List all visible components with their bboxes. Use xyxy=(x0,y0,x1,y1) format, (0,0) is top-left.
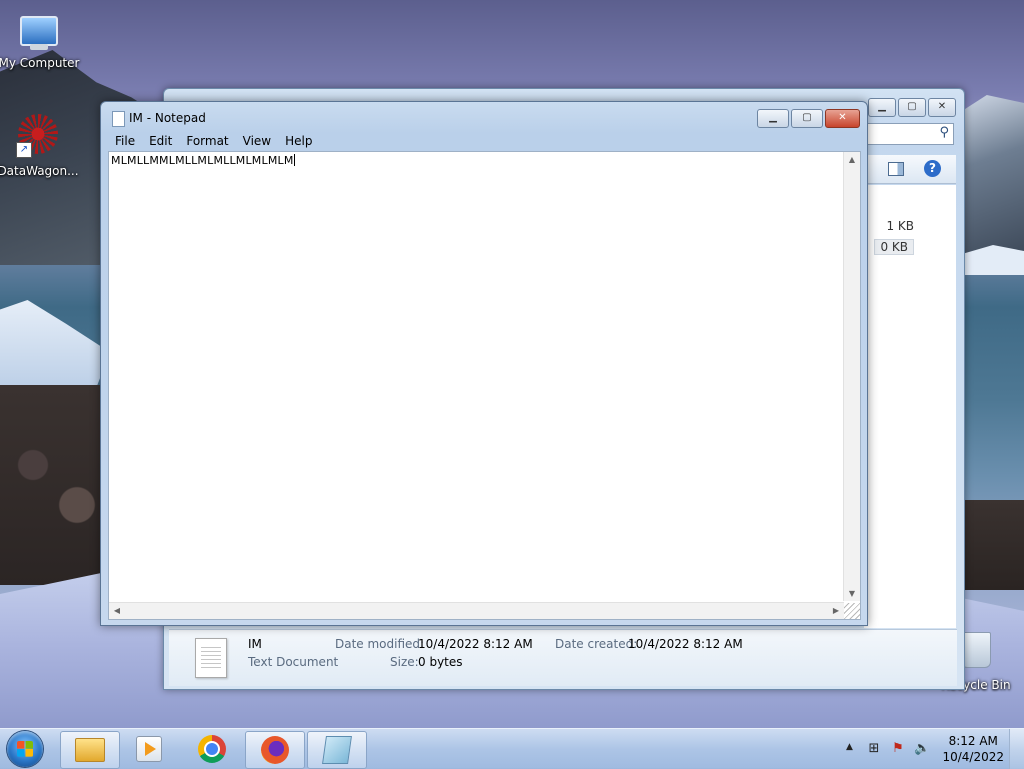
scroll-right-icon[interactable]: ▶ xyxy=(828,606,844,615)
notepad-icon xyxy=(112,111,125,127)
file-size-cell-selected[interactable]: 0 KB xyxy=(874,239,914,255)
clock[interactable]: 8:12 AM 10/4/2022 xyxy=(942,733,1004,765)
chrome-icon xyxy=(198,735,226,763)
notepad-window[interactable]: IM - Notepad ▁ ▢ ✕ File Edit Format View… xyxy=(100,101,868,626)
taskbar-notepad-button[interactable] xyxy=(307,731,367,769)
start-button[interactable] xyxy=(7,731,43,767)
taskbar-firefox-button[interactable] xyxy=(245,731,305,769)
wallpaper-mountain-right xyxy=(962,95,1024,255)
clock-time: 8:12 AM xyxy=(948,734,998,748)
explorer-details-pane: IM Text Document Date modified: 10/4/202… xyxy=(169,629,957,686)
firefox-icon xyxy=(261,736,289,764)
preview-pane-icon[interactable] xyxy=(888,162,904,176)
explorer-close-button[interactable]: ✕ xyxy=(928,98,956,117)
details-size: 0 bytes xyxy=(418,655,463,669)
media-player-icon xyxy=(136,736,162,762)
menu-bar: File Edit Format View Help xyxy=(108,132,319,150)
text-editor-area[interactable]: MLMLLMMLMLLMLMLLMLMLMLM ▲ ▼ ◀ ▶ xyxy=(108,151,861,620)
file-size-cell: 1 KB xyxy=(886,219,914,233)
desktop-icon-datawagon[interactable]: ↗ DataWagon... xyxy=(0,114,80,178)
menu-format[interactable]: Format xyxy=(179,132,235,150)
menu-help[interactable]: Help xyxy=(278,132,319,150)
taskbar: ▲ ⊞ ⚑ 🔈 8:12 AM 10/4/2022 xyxy=(0,728,1024,769)
recycle-bin-icon xyxy=(961,632,991,668)
details-file-type: Text Document xyxy=(248,655,339,669)
scroll-down-icon[interactable]: ▼ xyxy=(844,589,860,598)
wallpaper-rocks xyxy=(0,385,110,585)
show-desktop-button[interactable] xyxy=(1009,729,1024,769)
action-center-icon[interactable]: ⚑ xyxy=(890,741,906,757)
vertical-scrollbar[interactable]: ▲ ▼ xyxy=(843,152,860,601)
maximize-button[interactable]: ▢ xyxy=(791,109,823,128)
explorer-window-controls: ▁ ▢ ✕ xyxy=(868,98,956,117)
scroll-left-icon[interactable]: ◀ xyxy=(109,606,125,615)
horizontal-scrollbar[interactable]: ◀ ▶ xyxy=(109,602,844,619)
taskbar-explorer-button[interactable] xyxy=(60,731,120,769)
show-hidden-icons[interactable]: ▲ xyxy=(846,742,853,752)
desktop-icon-label: DataWagon... xyxy=(0,164,79,178)
folder-icon xyxy=(75,738,105,762)
datawagon-icon: ↗ xyxy=(16,114,58,158)
network-icon[interactable]: ⊞ xyxy=(866,741,882,757)
details-date-modified-label: Date modified: xyxy=(335,637,425,651)
editor-content: MLMLLMMLMLLMLMLLMLMLMLM xyxy=(111,154,294,167)
computer-stand xyxy=(30,44,48,50)
desktop-icon-my-computer[interactable]: My Computer xyxy=(0,8,81,70)
wallpaper-ice xyxy=(0,300,110,395)
taskbar-chrome-button[interactable] xyxy=(183,731,241,767)
details-file-name: IM xyxy=(248,637,262,651)
notepad-icon xyxy=(322,736,352,764)
wallpaper-rocks-right xyxy=(962,500,1024,590)
details-size-label: Size: xyxy=(390,655,419,669)
text-document-icon xyxy=(195,638,227,678)
window-title: IM - Notepad xyxy=(129,111,206,125)
details-date-created-label: Date created: xyxy=(555,637,638,651)
notepad-window-controls: ▁ ▢ ✕ xyxy=(757,109,860,128)
text-caret xyxy=(293,154,295,166)
menu-view[interactable]: View xyxy=(236,132,278,150)
explorer-toolbar: ? xyxy=(864,155,956,184)
details-date-created: 10/4/2022 8:12 AM xyxy=(628,637,743,651)
editor-text: MLMLLMMLMLLMLMLLMLMLMLM xyxy=(111,154,295,167)
computer-icon xyxy=(20,16,58,46)
volume-icon[interactable]: 🔈 xyxy=(914,741,930,757)
menu-file[interactable]: File xyxy=(108,132,142,150)
explorer-maximize-button[interactable]: ▢ xyxy=(898,98,926,117)
minimize-button[interactable]: ▁ xyxy=(757,109,789,128)
explorer-search-input[interactable]: ⚲ xyxy=(864,123,954,145)
windows-logo-icon xyxy=(17,741,33,757)
desktop-icon-label: My Computer xyxy=(0,56,80,70)
taskbar-media-button[interactable] xyxy=(120,731,178,767)
close-button[interactable]: ✕ xyxy=(825,109,860,128)
explorer-minimize-button[interactable]: ▁ xyxy=(868,98,896,117)
explorer-file-list[interactable]: 1 KB 0 KB xyxy=(864,185,956,628)
menu-edit[interactable]: Edit xyxy=(142,132,179,150)
clock-date: 10/4/2022 xyxy=(942,750,1004,764)
search-icon[interactable]: ⚲ xyxy=(939,125,949,140)
details-date-modified: 10/4/2022 8:12 AM xyxy=(418,637,533,651)
shortcut-arrow-icon: ↗ xyxy=(16,142,32,158)
scroll-up-icon[interactable]: ▲ xyxy=(844,155,860,164)
help-icon[interactable]: ? xyxy=(924,160,941,177)
resize-grip[interactable] xyxy=(844,603,860,619)
